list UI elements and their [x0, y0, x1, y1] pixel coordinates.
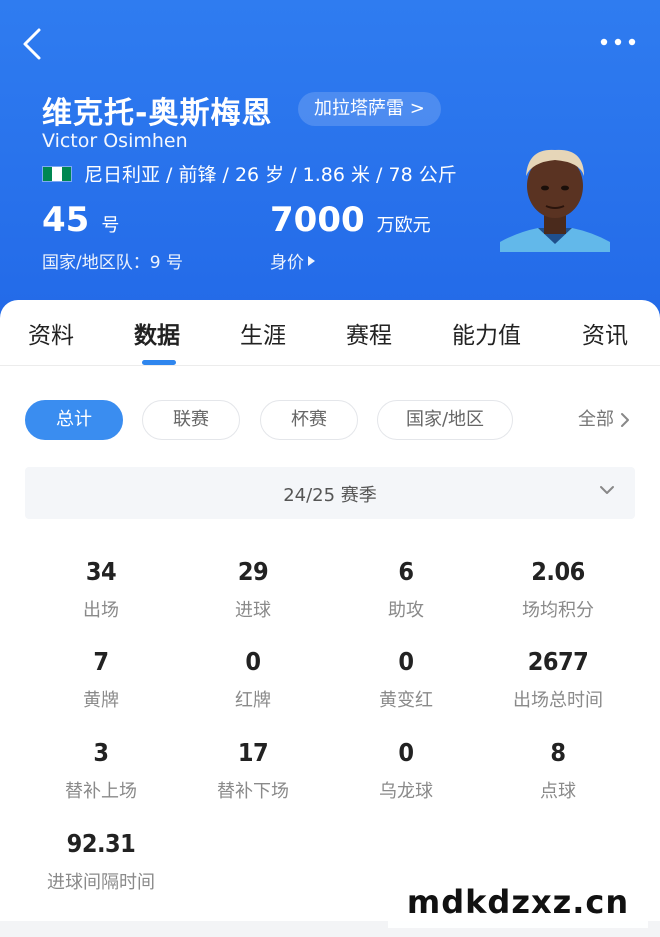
player-name: 维克托-奥斯梅恩 — [42, 96, 273, 131]
season-selector[interactable]: 24/25 赛季 — [25, 467, 635, 519]
filter-all-label: 全部 — [578, 409, 614, 430]
club-link[interactable]: 加拉塔萨雷 > — [298, 92, 441, 126]
tab-profile[interactable]: 资料 — [28, 316, 74, 350]
stat-value: 17 — [237, 738, 269, 767]
stat-label: 助攻 — [388, 600, 424, 621]
national-team-number: 国家/地区队：9 号 — [42, 253, 183, 273]
stat-own-goals: 0 乌龙球 — [330, 738, 482, 803]
stat-minutes-per-goal: 92.31 进球间隔时间 — [25, 829, 177, 894]
watermark: mdkdzxz.cn — [388, 876, 648, 928]
stat-value: 3 — [93, 738, 109, 767]
stat-red-cards: 0 红牌 — [177, 647, 329, 712]
market-value-number: 7000 — [270, 200, 365, 240]
stat-value: 6 — [398, 557, 414, 586]
shirt-number-unit: 号 — [101, 215, 120, 236]
stat-sub-on: 3 替补上场 — [25, 738, 177, 803]
active-tab-indicator — [142, 360, 176, 365]
content-panel: 资料 数据 生涯 赛程 能力值 资讯 总计 联赛 杯赛 国家/地区 全部 24/… — [0, 300, 660, 937]
market-value: 7000 万欧元 — [270, 200, 431, 240]
stat-penalties: 8 点球 — [482, 738, 634, 803]
tab-stats[interactable]: 数据 — [134, 316, 180, 350]
player-header: 维克托-奥斯梅恩 加拉塔萨雷 > Victor Osimhen 尼日利亚 / 前… — [0, 0, 660, 320]
stat-label: 出场 — [83, 600, 119, 621]
stat-points-per-game: 2.06 场均积分 — [482, 557, 634, 622]
filter-bar: 总计 联赛 杯赛 国家/地区 全部 — [0, 400, 660, 440]
chevron-left-icon — [23, 28, 41, 60]
nigeria-flag-icon — [42, 166, 72, 182]
player-avatar — [500, 140, 610, 252]
stat-value: 8 — [550, 738, 566, 767]
tab-ability[interactable]: 能力值 — [452, 316, 521, 350]
back-button[interactable] — [14, 22, 50, 66]
play-triangle-icon — [308, 255, 315, 266]
stat-value: 2677 — [527, 647, 589, 676]
player-bio: 尼日利亚 / 前锋 / 26 岁 / 1.86 米 / 78 公斤 — [84, 164, 457, 186]
shirt-number: 45 号 — [42, 200, 119, 240]
stat-label: 进球间隔时间 — [47, 872, 155, 893]
stat-second-yellow: 0 黄变红 — [330, 647, 482, 712]
season-label: 24/25 赛季 — [283, 485, 377, 506]
stat-yellow-cards: 7 黄牌 — [25, 647, 177, 712]
stat-label: 进球 — [235, 600, 271, 621]
stat-label: 替补上场 — [65, 781, 137, 802]
filter-total[interactable]: 总计 — [25, 400, 123, 440]
stat-label: 红牌 — [235, 690, 271, 711]
more-button[interactable] — [598, 28, 638, 56]
filter-league[interactable]: 联赛 — [142, 400, 240, 440]
tab-schedule[interactable]: 赛程 — [346, 316, 392, 350]
stat-label: 点球 — [540, 781, 576, 802]
filter-cup[interactable]: 杯赛 — [260, 400, 358, 440]
stat-value: 92.31 — [66, 829, 136, 858]
player-name-english: Victor Osimhen — [42, 130, 188, 152]
stat-value: 29 — [237, 557, 269, 586]
stat-value: 0 — [245, 647, 261, 676]
stat-value: 7 — [93, 647, 109, 676]
stat-goals: 29 进球 — [177, 557, 329, 622]
tab-career[interactable]: 生涯 — [240, 316, 286, 350]
stat-minutes-played: 2677 出场总时间 — [482, 647, 634, 712]
stat-label: 黄变红 — [379, 690, 433, 711]
tab-bar: 资料 数据 生涯 赛程 能力值 资讯 — [0, 300, 660, 366]
stat-value: 0 — [398, 738, 414, 767]
chevron-down-icon — [600, 486, 614, 494]
market-value-unit: 万欧元 — [376, 215, 431, 236]
stat-label: 乌龙球 — [379, 781, 433, 802]
stat-appearances: 34 出场 — [25, 557, 177, 622]
stat-label: 场均积分 — [522, 600, 594, 621]
chevron-right-icon — [621, 413, 629, 427]
stat-value: 0 — [398, 647, 414, 676]
stat-label: 替补下场 — [217, 781, 289, 802]
filter-national[interactable]: 国家/地区 — [377, 400, 513, 440]
stat-label: 黄牌 — [83, 690, 119, 711]
stat-assists: 6 助攻 — [330, 557, 482, 622]
market-value-label: 身价 — [270, 253, 304, 273]
stat-sub-off: 17 替补下场 — [177, 738, 329, 803]
more-dots-icon — [600, 38, 636, 46]
market-value-link[interactable]: 身价 — [270, 248, 315, 273]
stat-value: 2.06 — [531, 557, 585, 586]
shirt-number-value: 45 — [42, 200, 90, 240]
stat-label: 出场总时间 — [513, 690, 603, 711]
stat-value: 34 — [85, 557, 117, 586]
tab-news[interactable]: 资讯 — [582, 316, 628, 350]
filter-all-button[interactable]: 全部 — [578, 400, 630, 440]
